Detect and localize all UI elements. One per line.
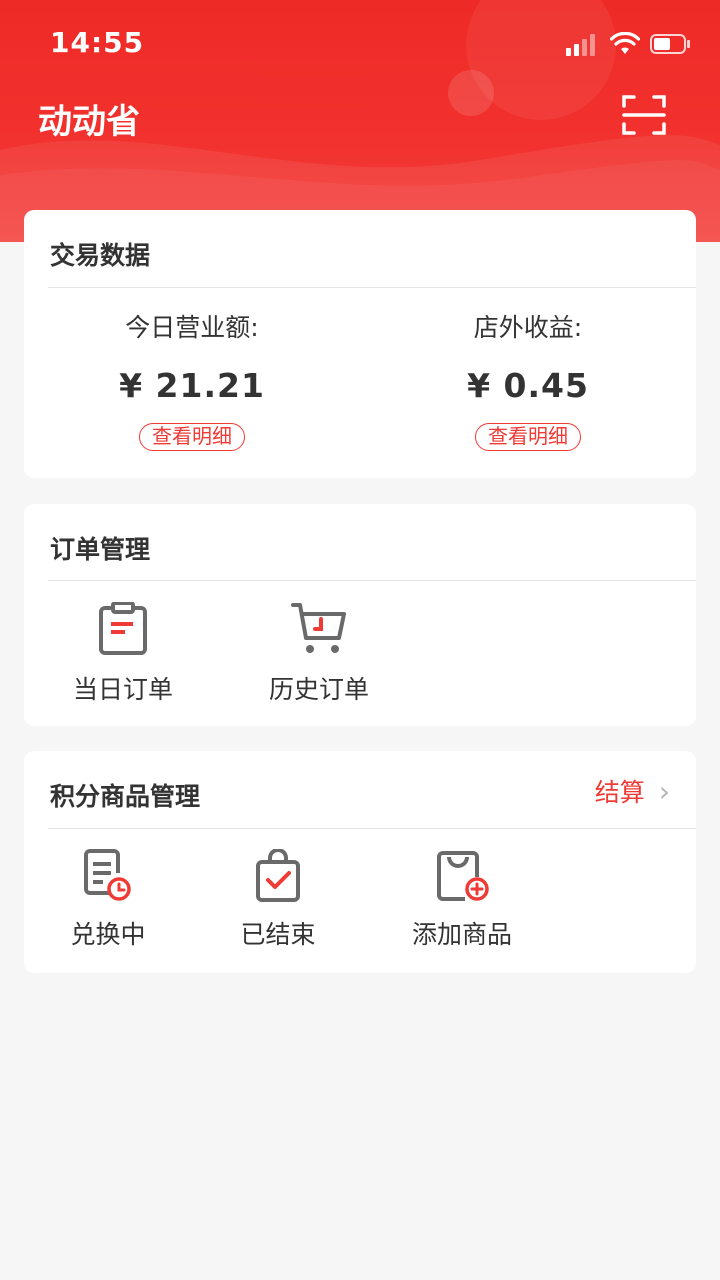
settle-label: 结算 [594,778,645,807]
external-revenue-value: ¥ 0.45 [467,366,589,405]
today-orders-label: 当日订单 [72,675,173,704]
order-card-title: 订单管理 [50,535,151,564]
ended-label: 已结束 [240,920,316,949]
today-revenue-label: 今日营业额: [125,313,259,342]
trade-card-title: 交易数据 [50,241,151,270]
order-management-card: 订单管理 当日订单 历史订单 [24,504,696,726]
app-title: 动动省 [38,102,140,142]
status-time: 14:55 [50,26,145,59]
trade-data-card: 交易数据 今日营业额: ¥ 21.21 查看明细 店外收益: ¥ 0.45 查看… [24,210,696,478]
ended-item[interactable]: 已结束 [220,849,336,951]
exchanging-item[interactable]: 兑换中 [50,849,166,951]
external-revenue: 店外收益: ¥ 0.45 查看明细 [360,308,696,451]
points-card-title: 积分商品管理 [50,782,201,811]
today-revenue-value: ¥ 21.21 [119,366,265,405]
history-orders-label: 历史订单 [268,675,369,704]
divider [48,287,696,288]
wifi-icon [610,32,640,54]
exchanging-label: 兑换中 [70,920,146,949]
chevron-right-icon: › [658,775,670,808]
today-detail-button[interactable]: 查看明细 [139,423,245,451]
history-orders-item[interactable]: 历史订单 [256,602,382,706]
scan-button[interactable] [622,94,666,136]
add-goods-item[interactable]: 添加商品 [404,849,520,951]
today-orders-item[interactable]: 当日订单 [60,602,186,706]
today-revenue: 今日营业额: ¥ 21.21 查看明细 [24,308,360,451]
points-goods-card: 积分商品管理 结算 › 兑换中 已结束 添加商品 [24,751,696,973]
external-revenue-label: 店外收益: [473,313,583,342]
bag-check-icon [256,849,300,902]
battery-icon [650,34,690,54]
external-detail-button[interactable]: 查看明细 [475,423,581,451]
signal-icon [566,32,602,56]
shopping-cart-clock-icon [291,603,346,653]
status-icons [532,32,692,58]
clipboard-list-icon [99,602,147,655]
divider [48,828,696,829]
divider [48,580,696,581]
status-bar: 14:55 [0,0,720,88]
bag-add-icon [437,851,489,901]
scan-icon [622,95,666,135]
document-clock-icon [84,849,131,901]
settle-button[interactable]: 结算 › [595,773,670,809]
add-goods-label: 添加商品 [411,920,512,949]
